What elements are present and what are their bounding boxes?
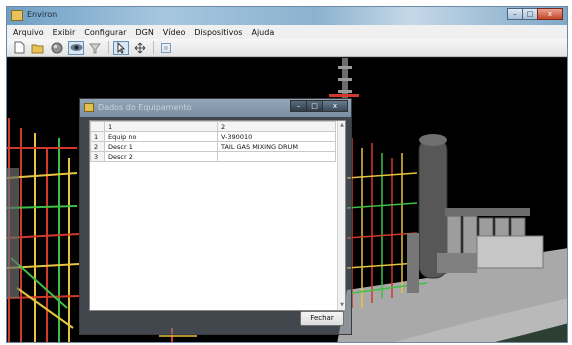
- zoom-fit-icon[interactable]: [158, 41, 174, 55]
- table-row[interactable]: 1 Equip no V-390010: [90, 131, 336, 142]
- dialog-maximize-button[interactable]: □: [306, 100, 323, 112]
- close-dialog-button[interactable]: Fechar: [300, 311, 344, 326]
- minimize-button[interactable]: –: [507, 8, 523, 20]
- menu-bar: Arquivo Exibir Configurar DGN Vídeo Disp…: [7, 25, 567, 39]
- scroll-up-icon[interactable]: ▲: [339, 122, 345, 129]
- new-file-icon[interactable]: [11, 41, 27, 55]
- sphere-icon[interactable]: [49, 41, 65, 55]
- menu-ajuda[interactable]: Ajuda: [251, 28, 274, 37]
- properties-table: 1 2 1 Equip no V-390010 2 Descr 1 TAIL G…: [90, 121, 336, 162]
- window-controls: – □ x: [507, 8, 563, 20]
- row-number: 1: [90, 131, 105, 142]
- column-header[interactable]: 2: [217, 121, 336, 132]
- grid-cell[interactable]: Descr 1: [104, 141, 218, 152]
- row-number: 3: [90, 151, 105, 162]
- dialog-minimize-button[interactable]: –: [290, 100, 307, 112]
- column-header[interactable]: 1: [104, 121, 218, 132]
- eye-icon[interactable]: [68, 40, 84, 55]
- dialog-title-bar[interactable]: Dados do Equipamento – □ x: [80, 99, 351, 117]
- grid-header-row: 1 2: [90, 121, 336, 132]
- row-number: 2: [90, 141, 105, 152]
- menu-configurar[interactable]: Configurar: [84, 28, 126, 37]
- grid-corner-cell: [90, 121, 105, 132]
- toolbar: [7, 39, 567, 57]
- menu-dispositivos[interactable]: Dispositivos: [194, 28, 242, 37]
- menu-arquivo[interactable]: Arquivo: [13, 28, 44, 37]
- scroll-down-icon[interactable]: ▼: [339, 302, 345, 309]
- menu-video[interactable]: Vídeo: [163, 28, 186, 37]
- close-button[interactable]: x: [537, 8, 563, 20]
- toolbar-separator: [108, 41, 109, 54]
- dialog-title: Dados do Equipamento: [98, 103, 192, 112]
- grid-cell[interactable]: [217, 151, 336, 162]
- select-arrow-icon[interactable]: [113, 40, 129, 55]
- app-window: Environ – □ x Arquivo Exibir Configurar …: [6, 6, 568, 343]
- window-title: Environ: [27, 10, 58, 19]
- maximize-button[interactable]: □: [522, 8, 538, 20]
- grid-cell[interactable]: Equip no: [104, 131, 218, 142]
- vertical-scrollbar[interactable]: ▲ ▼: [337, 121, 345, 310]
- grid-cell[interactable]: TAIL GAS MIXING DRUM: [217, 141, 336, 152]
- move-icon[interactable]: [132, 41, 148, 55]
- app-icon: [11, 10, 23, 21]
- title-bar[interactable]: Environ – □ x: [7, 7, 567, 25]
- table-row[interactable]: 3 Descr 2: [90, 151, 336, 162]
- dialog-controls: – □ x: [290, 100, 348, 112]
- grid-cell[interactable]: V-390010: [217, 131, 336, 142]
- toolbar-separator: [153, 41, 154, 54]
- properties-grid[interactable]: 1 2 1 Equip no V-390010 2 Descr 1 TAIL G…: [89, 120, 346, 311]
- menu-exibir[interactable]: Exibir: [53, 28, 76, 37]
- open-folder-icon[interactable]: [30, 41, 46, 55]
- grid-cell[interactable]: Descr 2: [104, 151, 218, 162]
- filter-icon[interactable]: [87, 41, 103, 55]
- equipment-dialog: Dados do Equipamento – □ x 1 2 1 Equip n…: [79, 98, 352, 335]
- table-row[interactable]: 2 Descr 1 TAIL GAS MIXING DRUM: [90, 141, 336, 152]
- dialog-close-button[interactable]: x: [322, 100, 348, 112]
- dialog-app-icon: [84, 103, 94, 112]
- menu-dgn[interactable]: DGN: [135, 28, 153, 37]
